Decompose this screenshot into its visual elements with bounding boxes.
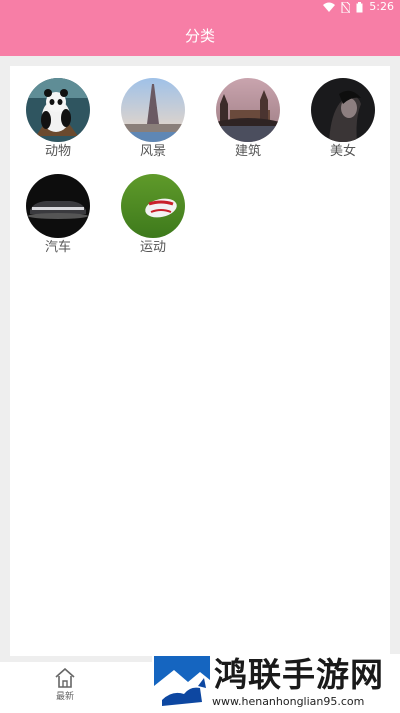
status-time: 5:26 — [369, 0, 394, 13]
no-sim-icon — [341, 1, 351, 13]
category-animals[interactable]: 动物 — [23, 78, 93, 160]
beauty-thumbnail — [311, 78, 375, 142]
sports-thumbnail — [121, 174, 185, 238]
watermark: 鸿联手游网 www.henanhonglian95.com — [152, 654, 400, 713]
category-scenery[interactable]: 风景 — [118, 78, 188, 160]
category-label: 美女 — [329, 144, 356, 159]
cars-thumbnail — [26, 174, 90, 238]
status-icons: 5:26 — [323, 0, 394, 14]
category-label: 动物 — [44, 144, 71, 159]
category-beauty[interactable]: 美女 — [308, 78, 378, 160]
animals-thumbnail — [26, 78, 90, 142]
home-icon — [55, 667, 75, 688]
category-label: 建筑 — [234, 144, 261, 159]
status-bar: 5:26 — [0, 0, 400, 14]
watermark-url: www.henanhonglian95.com — [212, 695, 365, 708]
watermark-logo-icon — [154, 656, 210, 712]
category-label: 汽车 — [44, 240, 71, 255]
battery-icon — [356, 1, 363, 12]
category-label: 风景 — [139, 144, 166, 159]
scenery-thumbnail — [121, 78, 185, 142]
category-sports[interactable]: 运动 — [118, 174, 188, 256]
category-grid: 动物 风景 建筑 美女 汽车 运动 — [10, 66, 390, 656]
category-cars[interactable]: 汽车 — [23, 174, 93, 256]
nav-home[interactable]: 最新 — [45, 667, 85, 703]
app-bar: 分类 — [0, 14, 400, 56]
nav-home-label: 最新 — [55, 692, 74, 702]
watermark-title: 鸿联手游网 — [214, 655, 384, 694]
page-title: 分类 — [184, 26, 215, 45]
architecture-thumbnail — [216, 78, 280, 142]
category-architecture[interactable]: 建筑 — [213, 78, 283, 160]
category-label: 运动 — [139, 240, 166, 255]
wifi-icon — [323, 2, 336, 12]
